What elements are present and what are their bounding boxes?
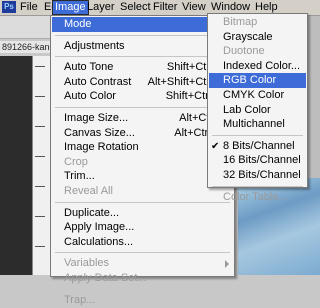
menu-item-label: 16 Bits/Channel (223, 154, 301, 167)
menu-item-grayscale[interactable]: Grayscale (209, 30, 306, 45)
menu-item-label: Grayscale (223, 30, 273, 43)
menu-separator (212, 134, 303, 136)
menu-layer[interactable]: Layer (85, 1, 117, 14)
menu-item-duotone: Duotone (209, 44, 306, 59)
menu-item-8-bits-channel[interactable]: ✔ 8 Bits/Channel (209, 139, 306, 154)
menu-item-label: Auto Color (64, 90, 116, 103)
menu-item-color-table: Color Table... (209, 190, 306, 205)
document-tab[interactable]: 891266-kang (0, 41, 52, 53)
photoshop-logo-icon[interactable]: Ps (2, 1, 16, 13)
menu-item-apply-image[interactable]: Apply Image... (52, 220, 233, 235)
menu-item-canvas-size[interactable]: Canvas Size... Alt+Ctrl+C (52, 126, 233, 141)
menu-item-label: Reveal All (64, 185, 113, 197)
menu-view[interactable]: View (180, 1, 208, 14)
menu-item-multichannel[interactable]: Multichannel (209, 117, 306, 132)
menu-separator (55, 56, 230, 58)
menu-item-bitmap: Bitmap (209, 15, 306, 30)
menu-item-label: Trap... (64, 293, 96, 306)
menu-item-variables: Variables (52, 256, 233, 271)
menu-item-label: Adjustments (64, 39, 125, 52)
menu-item-label: CMYK Color (223, 89, 285, 101)
menu-select[interactable]: Select (118, 1, 153, 14)
menu-separator (55, 34, 230, 36)
menu-item-label: Mode (64, 18, 92, 30)
menu-file[interactable]: File (18, 1, 40, 14)
menu-item-lab-color[interactable]: Lab Color (209, 103, 306, 118)
menu-separator (212, 185, 303, 187)
options-bar (0, 16, 50, 39)
menu-item-label: Multichannel (223, 118, 285, 131)
menu-separator (55, 201, 230, 203)
menu-item-rgb-color[interactable]: RGB Color (209, 73, 306, 89)
menu-item-crop: Crop (52, 155, 233, 170)
menu-item-label: Auto Tone (64, 61, 114, 74)
menu-item-indexed-color[interactable]: Indexed Color... (209, 59, 306, 74)
menu-item-label: Crop (64, 155, 88, 168)
menu-item-adjustments[interactable]: Adjustments (52, 39, 233, 54)
menu-item-16-bits-channel[interactable]: 16 Bits/Channel (209, 153, 306, 168)
menu-item-label: RGB Color (223, 74, 277, 87)
menu-separator (55, 107, 230, 108)
menu-item-label: Auto Contrast (64, 75, 132, 88)
menu-item-label: Canvas Size... (64, 126, 135, 139)
menu-filter[interactable]: Filter (151, 1, 179, 14)
menu-item-auto-contrast[interactable]: Auto Contrast Alt+Shift+Ctrl+L (52, 75, 233, 90)
menu-item-label: Indexed Color... (223, 59, 301, 72)
menu-item-label: Trim... (64, 170, 95, 183)
menu-item-reveal-all: Reveal All (52, 184, 233, 199)
menu-item-label: Image Rotation (64, 141, 139, 154)
vertical-ruler (32, 56, 51, 275)
tools-panel (0, 56, 32, 275)
menu-item-calculations[interactable]: Calculations... (52, 235, 233, 250)
menu-item-image-rotation[interactable]: Image Rotation (52, 140, 233, 155)
menu-item-label: 32 Bits/Channel (223, 169, 301, 181)
menu-item-label: Color Table... (223, 190, 288, 203)
menu-separator (55, 252, 230, 254)
menu-item-duplicate[interactable]: Duplicate... (52, 206, 233, 221)
menu-item-auto-color[interactable]: Auto Color Shift+Ctrl+B (52, 89, 233, 104)
menu-item-label: Apply Image... (64, 221, 135, 234)
menu-item-image-size[interactable]: Image Size... Alt+Ctrl+I (52, 111, 233, 126)
menu-image[interactable]: Image (52, 0, 89, 15)
menu-item-trim[interactable]: Trim... (52, 169, 233, 184)
menu-item-label: 8 Bits/Channel (223, 139, 295, 152)
checkmark-icon: ✔ (211, 140, 220, 152)
menu-item-label: Image Size... (64, 112, 129, 124)
menu-item-label: Lab Color (223, 103, 271, 116)
menu-item-label: Bitmap (223, 16, 258, 28)
menu-item-label: Apply Data Set... (64, 272, 147, 284)
menu-item-label: Duotone (223, 45, 265, 58)
menu-item-trap: Trap... (52, 293, 233, 308)
menu-item-cmyk-color[interactable]: CMYK Color (209, 88, 306, 103)
menu-item-auto-tone[interactable]: Auto Tone Shift+Ctrl+L (52, 60, 233, 75)
menu-item-label: Calculations... (64, 235, 134, 248)
menu-item-32-bits-channel[interactable]: 32 Bits/Channel (209, 168, 306, 183)
menu-item-label: Duplicate... (64, 206, 120, 219)
menu-item-label: Variables (64, 257, 110, 270)
submenu-arrow-icon (225, 260, 229, 269)
menu-item-apply-data-set: Apply Data Set... (52, 271, 233, 286)
menu-separator (55, 288, 230, 290)
menu-item-mode[interactable]: Mode (52, 17, 233, 32)
mode-submenu: Bitmap Grayscale Duotone Indexed Color... RG… (207, 13, 308, 203)
